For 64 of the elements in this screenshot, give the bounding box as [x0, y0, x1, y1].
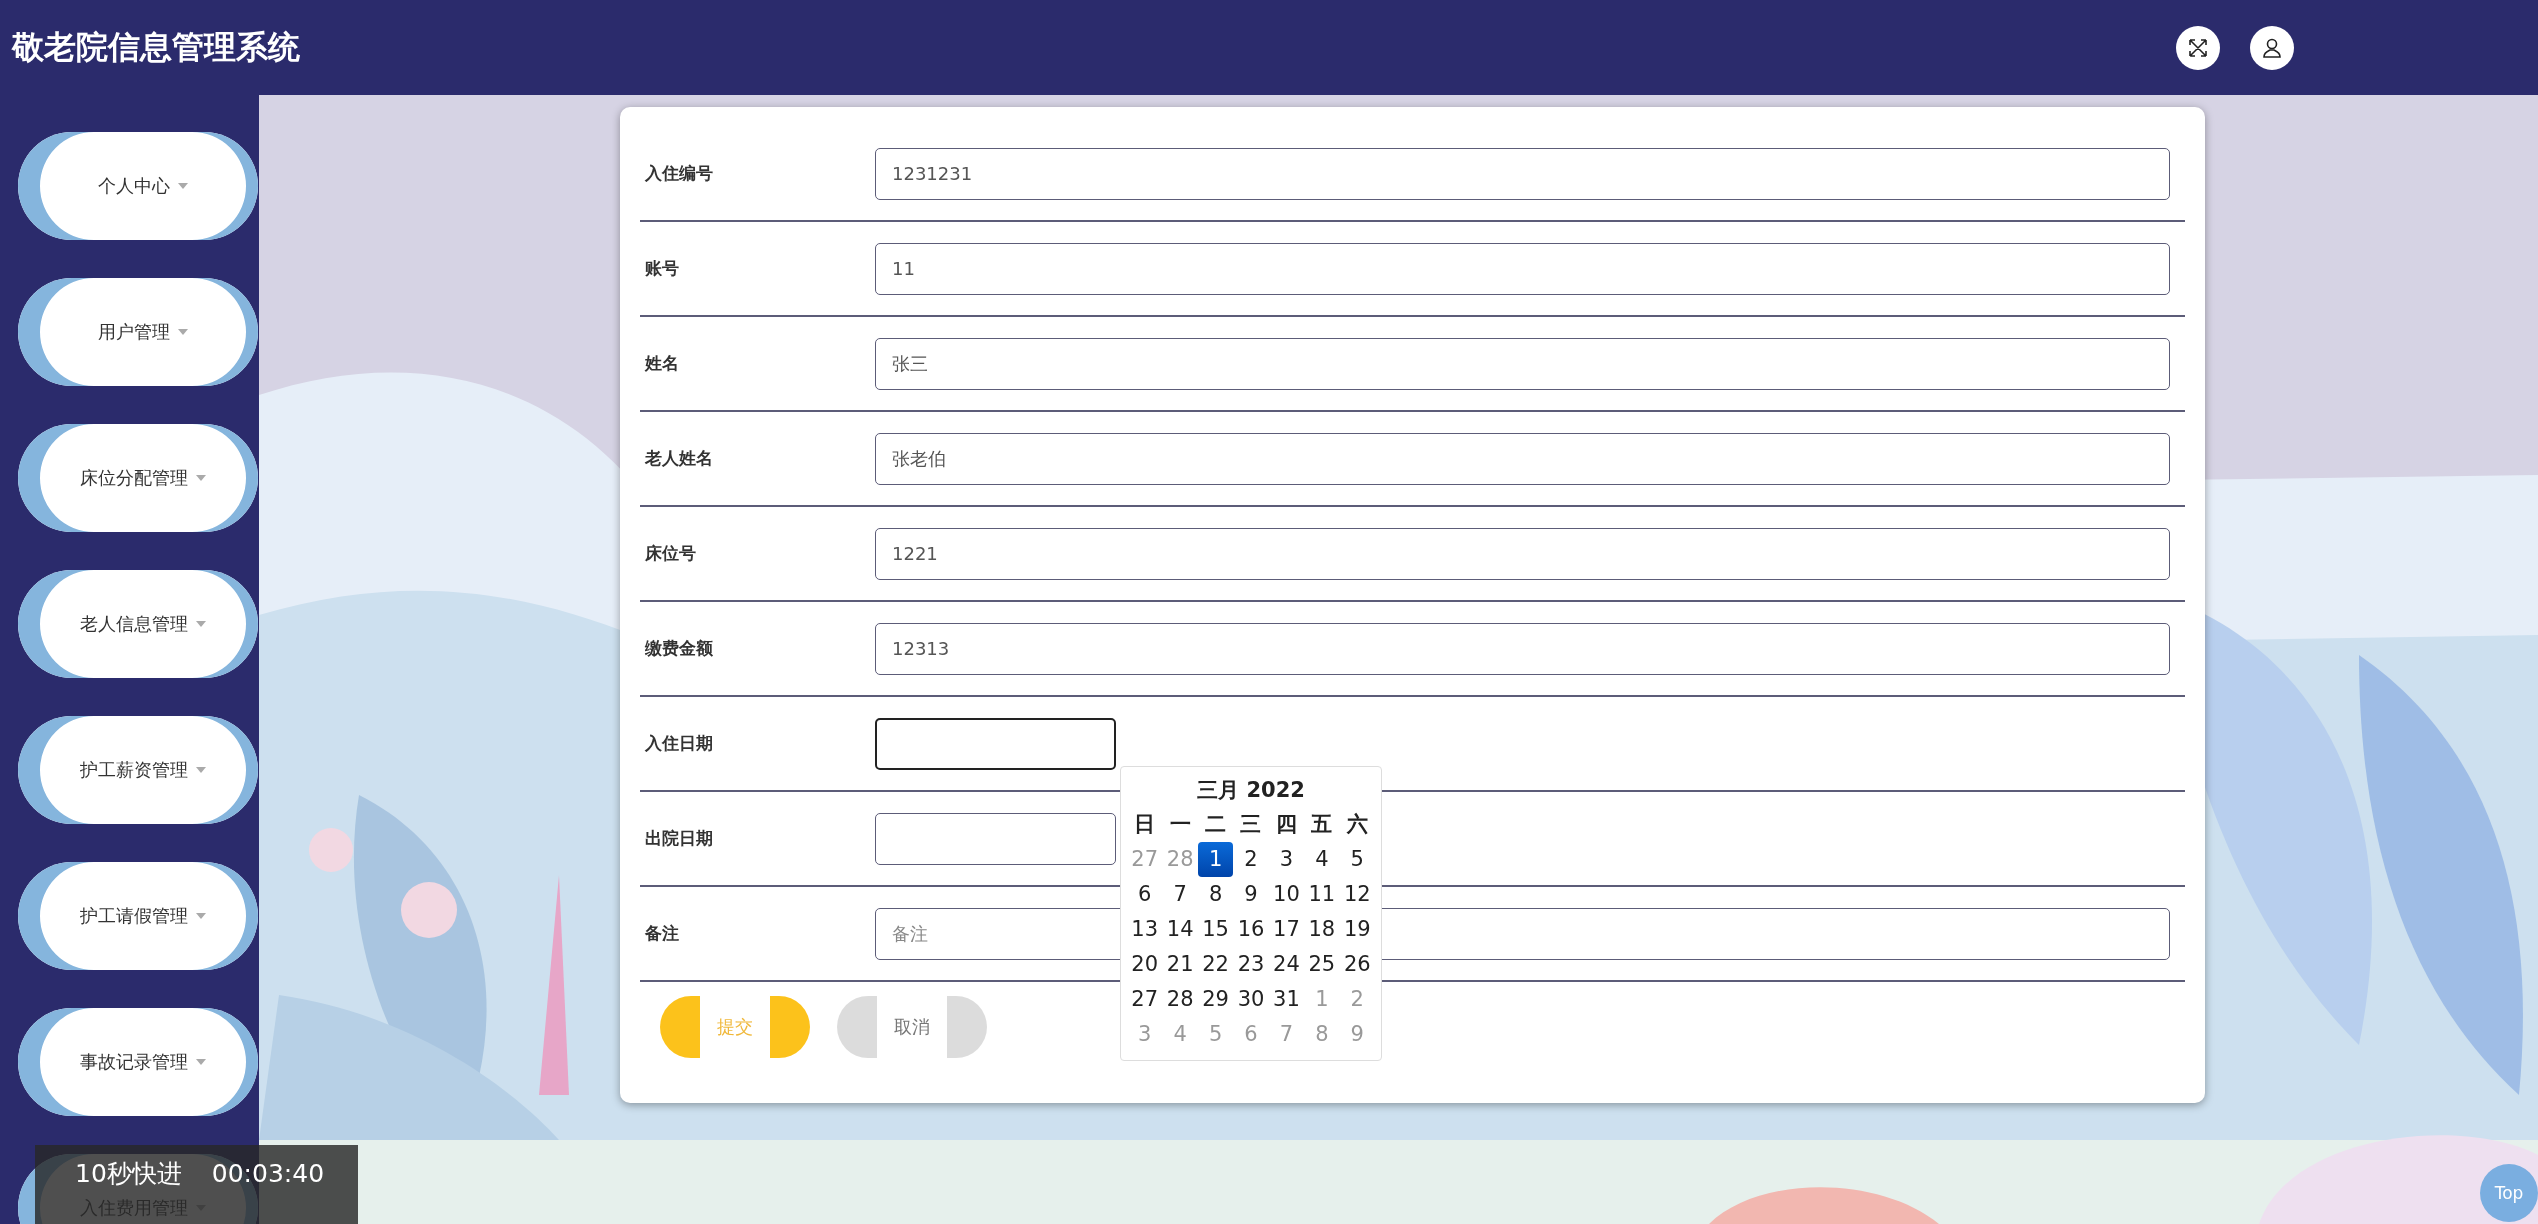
month-title: 三月 2022	[1196, 777, 1306, 804]
sidebar-item[interactable]: 护工请假管理	[18, 862, 258, 970]
field-label: 床位号	[645, 542, 697, 565]
fast-forward-label: 10秒快进	[75, 1159, 182, 1189]
sidebar-item[interactable]: 事故记录管理	[18, 1008, 258, 1116]
weekday-label: 六	[1345, 811, 1369, 838]
video-time: 00:03:40	[211, 1159, 325, 1189]
caret-icon	[178, 183, 188, 189]
field-label: 缴费金额	[645, 637, 714, 660]
calendar-day[interactable]: 31	[1268, 982, 1305, 1017]
input-field[interactable]: 11	[875, 242, 2170, 295]
calendar-day[interactable]: 17	[1268, 912, 1305, 947]
calendar-day[interactable]: 15	[1197, 912, 1234, 947]
weekday-label: 三	[1239, 811, 1263, 838]
calendar-day[interactable]: 2	[1233, 842, 1269, 877]
input-field[interactable]: 1231231	[875, 147, 2170, 200]
field-label: 入住编号	[645, 162, 714, 185]
field-label: 账号	[645, 257, 680, 280]
weekday-label: 五	[1310, 811, 1334, 838]
input-field[interactable]: 1221	[875, 527, 2170, 580]
input-field[interactable]: 12313	[875, 622, 2170, 675]
caret-icon	[196, 1059, 206, 1065]
app-title: 敬老院信息管理系统	[12, 26, 301, 68]
calendar-day[interactable]: 18	[1304, 912, 1340, 947]
calendar-day[interactable]: 16	[1233, 912, 1269, 947]
sidebar-item[interactable]: 床位分配管理	[18, 424, 258, 532]
calendar-day[interactable]: 4	[1304, 842, 1340, 877]
field-label: 老人姓名	[645, 447, 714, 470]
cancel-button[interactable]: 取消	[837, 996, 987, 1058]
caret-icon	[196, 475, 206, 481]
field-label: 入住日期	[645, 732, 714, 755]
calendar-day[interactable]: 29	[1197, 982, 1234, 1017]
expand-icon	[2187, 36, 2209, 59]
weekday-label: 日	[1133, 811, 1157, 838]
calendar-day[interactable]: 30	[1233, 982, 1269, 1017]
input-field[interactable]: 张三	[875, 337, 2170, 390]
sidebar-item[interactable]: 护工薪资管理	[18, 716, 258, 824]
weekday-label: 一	[1168, 811, 1192, 838]
input-field[interactable]: 张老伯	[875, 432, 2170, 485]
user-button[interactable]	[2250, 25, 2294, 70]
field-label: 备注	[645, 922, 680, 945]
caret-icon	[196, 621, 206, 627]
user-icon	[2261, 36, 2283, 59]
calendar-day[interactable]: 5	[1339, 842, 1375, 877]
caret-icon	[196, 913, 206, 919]
calendar-day[interactable]: 1	[1197, 842, 1234, 877]
caret-icon	[178, 329, 188, 335]
calendar-day[interactable]: 3	[1268, 842, 1305, 877]
weekday-label: 四	[1274, 811, 1298, 838]
sidebar-item[interactable]: 个人中心	[18, 132, 258, 240]
caret-icon	[196, 767, 206, 773]
field-label: 出院日期	[645, 827, 714, 850]
date-field[interactable]	[875, 717, 1116, 770]
sidebar-item[interactable]: 用户管理	[18, 278, 258, 386]
sidebar-item[interactable]: 老人信息管理	[18, 570, 258, 678]
weekday-label: 二	[1204, 811, 1228, 838]
calendar-day[interactable]: 19	[1339, 912, 1375, 947]
calendar-day[interactable]: 28	[1162, 982, 1198, 1017]
calendar-day[interactable]: 27	[1127, 982, 1163, 1017]
calendar-day[interactable]: 14	[1162, 912, 1198, 947]
field-label: 姓名	[645, 352, 680, 375]
fullscreen-button[interactable]	[2176, 25, 2220, 70]
date-field[interactable]	[875, 812, 1116, 865]
calendar-day[interactable]: 13	[1127, 912, 1163, 947]
